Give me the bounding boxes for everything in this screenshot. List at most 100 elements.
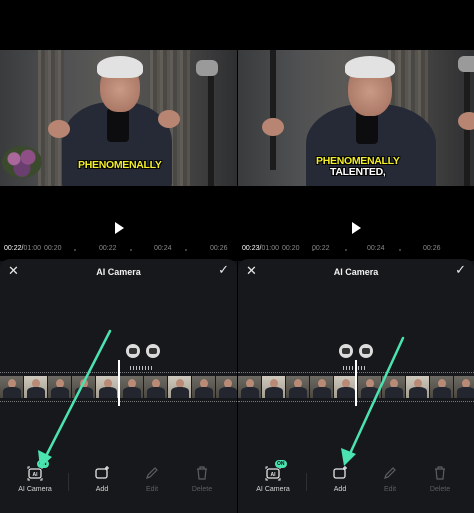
film-frame [24, 376, 48, 398]
ai-camera-label: AI Camera [256, 486, 290, 493]
edit-label: Edit [383, 486, 397, 493]
chat-bubble-icon[interactable] [146, 344, 160, 358]
ruler-tick: 00:22 [99, 245, 117, 252]
check-icon[interactable]: ✓ [455, 263, 466, 277]
ruler-tick: 00:24 [367, 245, 385, 252]
video-preview[interactable]: PHENOMENALLY [0, 50, 237, 186]
bottom-toolbar: ON AI AI Camera Add Edit Delete [238, 460, 474, 505]
film-frame [262, 376, 286, 398]
lamp-stand [270, 50, 276, 170]
film-frame [0, 376, 24, 398]
film-frame [168, 376, 192, 398]
edit-button[interactable]: Edit [368, 465, 412, 493]
speaker-hair [345, 56, 395, 78]
film-frame [192, 376, 216, 398]
film-frame [48, 376, 72, 398]
film-frame [358, 376, 382, 398]
timeline-ruler[interactable]: 00:22/01:00 00:20 00:22 00:24 00:26 [0, 243, 237, 257]
add-button[interactable]: Add [80, 465, 124, 493]
add-label: Add [333, 486, 347, 493]
panel-title: AI Camera [96, 267, 141, 277]
ruler-tick: 00:22 [312, 245, 330, 252]
ruler-tick: 00:20 [282, 245, 300, 252]
ruler-tick: 00:26 [210, 245, 228, 252]
ruler-tick: 00:26 [423, 245, 441, 252]
timecode-current: 00:23/01:00 [242, 245, 280, 252]
film-frame [454, 376, 474, 398]
ai-camera-button[interactable]: ON AI AI Camera [13, 460, 57, 493]
svg-text:AI: AI [271, 472, 277, 478]
ruler-dot [345, 249, 347, 251]
add-label: Add [95, 486, 109, 493]
trash-icon [435, 466, 445, 480]
ruler-tick: 00:20 [44, 245, 62, 252]
lamp-head [196, 60, 218, 76]
ruler-tick: 00:24 [154, 245, 172, 252]
film-frame [406, 376, 430, 398]
add-keyframe-icon [333, 466, 347, 479]
ai-camera-panel: ✕ AI Camera ✓ ON AI AI Camera Add Edit D… [238, 259, 474, 513]
ai-camera-panel: ✕ AI Camera ✓ ON AI AI Camera Add Edit D… [0, 259, 237, 513]
film-frame [96, 376, 120, 398]
flowers [2, 146, 42, 178]
chat-bubble-icon[interactable] [359, 344, 373, 358]
film-frame [430, 376, 454, 398]
toolbar-divider [68, 473, 69, 491]
speaker-shirt [107, 108, 129, 142]
video-preview[interactable]: PHENOMENALLY TALENTED, [238, 50, 474, 186]
edit-button[interactable]: Edit [130, 465, 174, 493]
film-frame [382, 376, 406, 398]
keyframe-markers [339, 344, 373, 358]
lamp-stand [208, 70, 214, 186]
chat-bubble-icon[interactable] [339, 344, 353, 358]
play-icon[interactable] [114, 222, 124, 234]
on-badge: ON [275, 460, 287, 468]
toolbar-divider [306, 473, 307, 491]
add-keyframe-icon [95, 466, 109, 479]
delete-button[interactable]: Delete [180, 465, 224, 493]
film-frame [144, 376, 168, 398]
ai-camera-button[interactable]: ON AI AI Camera [251, 460, 295, 493]
ruler-dot [74, 249, 76, 251]
ruler-dot [130, 249, 132, 251]
ruler-dot [185, 249, 187, 251]
pencil-icon [384, 467, 396, 479]
panel-title: AI Camera [333, 267, 379, 277]
film-frame [216, 376, 237, 398]
speaker-hand [458, 112, 474, 130]
playhead[interactable] [118, 360, 120, 406]
subtitle-caption[interactable]: PHENOMENALLY [78, 160, 162, 171]
pencil-icon [146, 467, 158, 479]
top-bar [0, 0, 237, 50]
check-icon[interactable]: ✓ [218, 263, 229, 277]
chat-bubble-icon[interactable] [126, 344, 140, 358]
film-frame [72, 376, 96, 398]
timecode-current: 00:22/01:00 [4, 245, 42, 252]
film-frame [120, 376, 144, 398]
delete-label: Delete [191, 486, 213, 493]
trash-icon [197, 466, 207, 480]
speaker-hair [97, 56, 143, 78]
ai-camera-label: AI Camera [18, 486, 52, 493]
svg-text:AI: AI [33, 472, 39, 478]
ruler-dot [399, 249, 401, 251]
caption-line-2: TALENTED, [330, 166, 386, 178]
play-icon[interactable] [352, 222, 361, 234]
add-button[interactable]: Add [318, 465, 362, 493]
speaker-hand [48, 120, 70, 138]
film-frame [286, 376, 310, 398]
lamp-head [458, 56, 474, 72]
film-frame [238, 376, 262, 398]
speaker-hand [158, 110, 180, 128]
marker-range [130, 366, 152, 370]
marker-range [343, 366, 365, 370]
right-pane: PHENOMENALLY TALENTED, 00:23/01:00 00:20… [237, 0, 474, 513]
curtain [38, 50, 64, 186]
subtitle-caption[interactable]: PHENOMENALLY TALENTED, [316, 156, 400, 178]
edit-label: Edit [145, 486, 159, 493]
timeline-ruler[interactable]: 00:23/01:00 00:20 00:22 00:24 00:26 [238, 243, 474, 257]
film-frame [310, 376, 334, 398]
delete-button[interactable]: Delete [418, 465, 462, 493]
on-badge: ON [37, 460, 49, 468]
playhead[interactable] [355, 360, 357, 406]
